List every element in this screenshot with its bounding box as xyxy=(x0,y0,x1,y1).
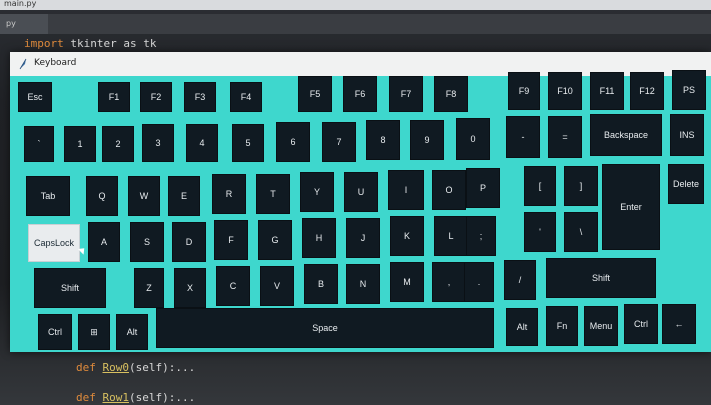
ide-file-tab[interactable]: py xyxy=(0,14,48,34)
key-p[interactable]: P xyxy=(466,168,500,208)
key-x[interactable]: X xyxy=(174,268,206,308)
key-d[interactable]: D xyxy=(172,222,206,262)
key-1[interactable]: 1 xyxy=(64,126,96,162)
key-t[interactable]: T xyxy=(256,174,290,214)
key-shift-left[interactable]: Shift xyxy=(34,268,106,308)
key-b[interactable]: B xyxy=(304,264,338,304)
key-slash[interactable]: / xyxy=(504,260,536,300)
key-4[interactable]: 4 xyxy=(186,124,218,162)
key-s[interactable]: S xyxy=(130,222,164,262)
feather-icon xyxy=(19,58,27,70)
key-esc[interactable]: Esc xyxy=(18,82,52,112)
key-g[interactable]: G xyxy=(258,220,292,260)
ide-tab-strip xyxy=(0,14,711,34)
key-6[interactable]: 6 xyxy=(276,122,310,162)
key-arrow-left[interactable]: ← xyxy=(662,304,696,344)
key-backslash[interactable]: \ xyxy=(564,212,598,252)
key-7[interactable]: 7 xyxy=(322,122,356,162)
keyboard-window: Keyboard Esc F1 F2 F3 F4 F5 F6 F7 F8 F9 … xyxy=(10,52,711,352)
key-bracket-right[interactable]: ] xyxy=(564,166,598,206)
key-h[interactable]: H xyxy=(302,218,336,258)
key-period[interactable]: . xyxy=(464,262,494,302)
key-j[interactable]: J xyxy=(346,218,380,258)
key-q[interactable]: Q xyxy=(86,176,118,216)
key-fn[interactable]: Fn xyxy=(546,306,578,346)
code-line-import: import tkinter as tk xyxy=(24,37,156,50)
key-a[interactable]: A xyxy=(88,222,120,262)
key-backtick[interactable]: ` xyxy=(24,126,54,162)
key-space[interactable]: Space xyxy=(156,308,494,348)
key-9[interactable]: 9 xyxy=(410,120,444,160)
key-u[interactable]: U xyxy=(344,172,378,212)
key-f[interactable]: F xyxy=(214,220,248,260)
key-k[interactable]: K xyxy=(390,216,424,256)
def-keyword: def xyxy=(76,361,96,374)
key-f2[interactable]: F2 xyxy=(140,82,172,112)
function-name: Row1 xyxy=(102,391,130,404)
key-printscreen[interactable]: PS xyxy=(672,70,706,110)
import-rest: tkinter as tk xyxy=(63,37,157,50)
key-y[interactable]: Y xyxy=(300,172,334,212)
function-name: Row0 xyxy=(102,361,130,374)
key-5[interactable]: 5 xyxy=(232,124,264,162)
key-3[interactable]: 3 xyxy=(142,124,174,162)
key-f8[interactable]: F8 xyxy=(434,76,468,112)
key-o[interactable]: O xyxy=(432,170,466,210)
key-comma[interactable]: , xyxy=(432,262,466,302)
key-equals[interactable]: = xyxy=(548,116,582,158)
key-v[interactable]: V xyxy=(260,266,294,306)
key-f9[interactable]: F9 xyxy=(508,72,540,110)
key-quote[interactable]: ' xyxy=(524,212,556,252)
key-l[interactable]: L xyxy=(434,216,468,256)
code-line-def-row1: def Row1(self):... xyxy=(76,391,195,404)
key-tab[interactable]: Tab xyxy=(26,176,70,216)
window-title: Keyboard xyxy=(34,58,77,68)
key-w[interactable]: W xyxy=(128,176,160,216)
key-c[interactable]: C xyxy=(216,266,250,306)
key-windows[interactable]: ⊞ xyxy=(78,314,110,350)
key-f4[interactable]: F4 xyxy=(230,82,262,112)
key-8[interactable]: 8 xyxy=(366,120,400,160)
key-e[interactable]: E xyxy=(168,176,200,216)
key-menu[interactable]: Menu xyxy=(584,306,618,346)
key-backspace[interactable]: Backspace xyxy=(590,114,662,156)
key-f3[interactable]: F3 xyxy=(184,82,216,112)
key-minus[interactable]: - xyxy=(506,116,540,158)
def-keyword: def xyxy=(76,391,96,404)
key-z[interactable]: Z xyxy=(134,268,164,308)
key-alt-left[interactable]: Alt xyxy=(116,314,148,350)
key-f7[interactable]: F7 xyxy=(389,76,423,112)
key-semicolon[interactable]: ; xyxy=(466,216,496,256)
key-f1[interactable]: F1 xyxy=(98,82,130,112)
key-capslock[interactable]: CapsLock xyxy=(28,224,80,262)
key-ctrl-left[interactable]: Ctrl xyxy=(38,314,72,350)
ide-titlebar: main.py xyxy=(0,0,711,10)
key-m[interactable]: M xyxy=(390,262,424,302)
key-insert[interactable]: INS xyxy=(670,114,704,156)
key-bracket-left[interactable]: [ xyxy=(524,166,556,206)
import-keyword: import xyxy=(24,37,64,50)
key-f5[interactable]: F5 xyxy=(298,76,332,112)
key-shift-right[interactable]: Shift xyxy=(546,258,656,298)
key-f6[interactable]: F6 xyxy=(343,76,377,112)
key-2[interactable]: 2 xyxy=(102,126,134,162)
key-alt-right[interactable]: Alt xyxy=(506,308,538,346)
key-enter[interactable]: Enter xyxy=(602,164,660,250)
key-f11[interactable]: F11 xyxy=(590,72,624,110)
key-f12[interactable]: F12 xyxy=(630,72,664,110)
key-r[interactable]: R xyxy=(212,174,246,214)
key-f10[interactable]: F10 xyxy=(548,72,582,110)
key-0[interactable]: 0 xyxy=(456,118,490,160)
ide-title: main.py xyxy=(4,0,37,8)
code-line-def-row0: def Row0(self):... xyxy=(76,361,195,374)
function-args: (self):... xyxy=(129,391,196,404)
key-delete[interactable]: Delete xyxy=(668,164,704,204)
key-i[interactable]: I xyxy=(388,170,424,210)
key-n[interactable]: N xyxy=(346,264,380,304)
key-ctrl-right[interactable]: Ctrl xyxy=(624,304,658,344)
function-args: (self):... xyxy=(129,361,196,374)
